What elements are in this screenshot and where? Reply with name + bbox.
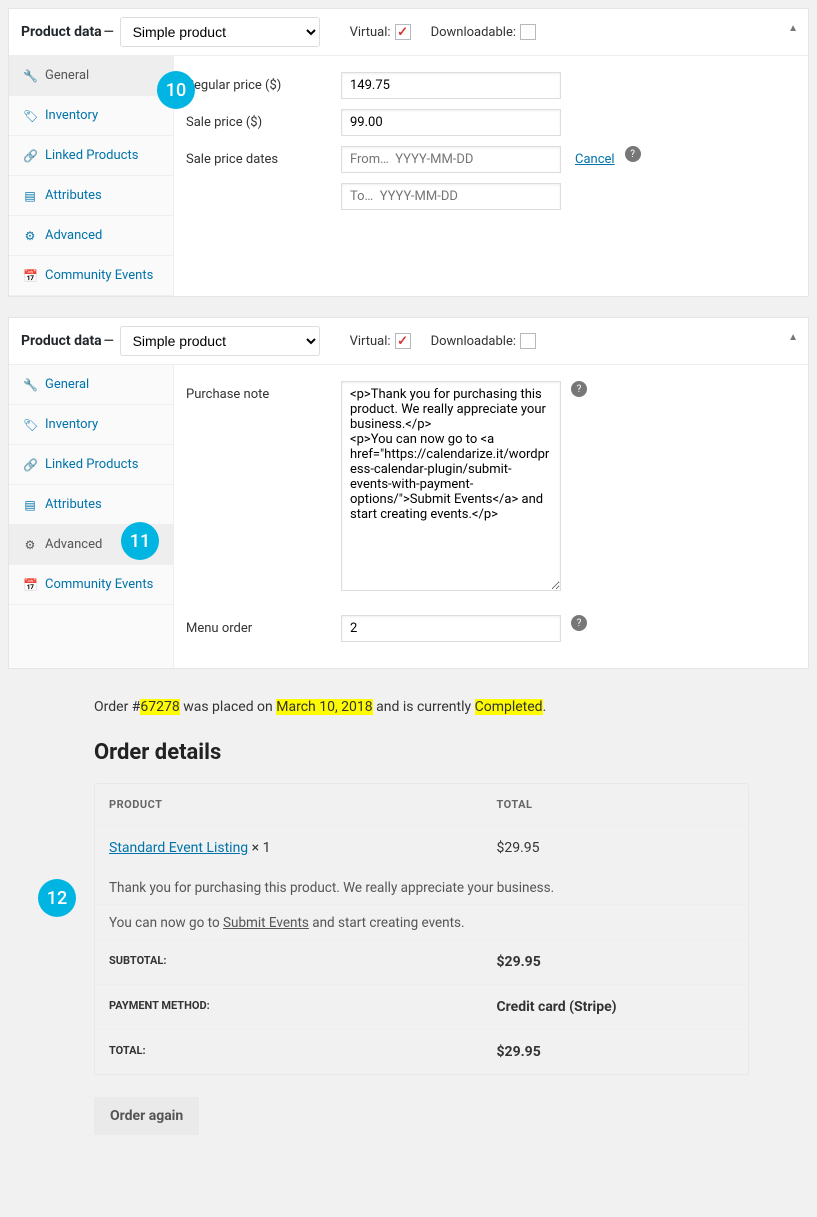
tab-general[interactable]: 🔧 General — [9, 365, 173, 405]
tab-community-events[interactable]: 📅 Community Events — [9, 565, 173, 605]
tab-label: General — [45, 68, 89, 83]
order-date: March 10, 2018 — [276, 699, 372, 715]
gear-icon: ⚙ — [23, 229, 37, 243]
downloadable-label: Downloadable: — [431, 334, 516, 349]
link-icon: 🔗 — [23, 149, 37, 163]
tab-linked-products[interactable]: 🔗 Linked Products — [9, 445, 173, 485]
virtual-checkbox[interactable] — [395, 24, 411, 40]
tab-label: General — [45, 377, 89, 392]
advanced-tab-content: Purchase note ? Menu order ? — [174, 365, 808, 668]
product-data-panel-advanced: 11 Product data — Simple product Virtual… — [8, 317, 809, 669]
tab-label: Advanced — [45, 228, 102, 243]
order-number: 67278 — [140, 699, 179, 715]
purchase-note-label: Purchase note — [186, 381, 341, 402]
tab-label: Linked Products — [45, 148, 138, 163]
callout-badge-10: 10 — [157, 71, 195, 109]
collapse-toggle[interactable]: ▲ — [788, 332, 798, 343]
menu-order-label: Menu order — [186, 615, 341, 636]
cancel-link[interactable]: Cancel — [575, 146, 615, 167]
tab-label: Advanced — [45, 537, 102, 552]
tab-attributes[interactable]: ▤ Attributes — [9, 485, 173, 525]
purchase-note-line1: Thank you for purchasing this product. W… — [95, 870, 748, 905]
order-confirmation: 12 Order #67278 was placed on March 10, … — [94, 699, 749, 1135]
item-qty: × 1 — [248, 840, 270, 856]
link-icon: 🔗 — [23, 458, 37, 472]
total-value: $29.95 — [497, 1044, 735, 1060]
tab-advanced[interactable]: ⚙ Advanced — [9, 216, 173, 256]
callout-badge-12: 12 — [38, 879, 76, 917]
regular-price-label: Regular price ($) — [186, 72, 341, 93]
tab-label: Community Events — [45, 268, 153, 283]
order-details-heading: Order details — [94, 740, 749, 765]
sale-to-input[interactable] — [341, 183, 561, 210]
tab-label: Inventory — [45, 108, 98, 123]
panel-title: Product data — [21, 24, 102, 40]
tab-community-events[interactable]: 📅 Community Events — [9, 256, 173, 296]
tab-attributes[interactable]: ▤ Attributes — [9, 176, 173, 216]
menu-order-input[interactable] — [341, 615, 561, 642]
virtual-label: Virtual: — [350, 334, 391, 349]
product-type-select[interactable]: Simple product — [120, 17, 320, 47]
product-tabs: 🔧 General 🏷 Inventory 🔗 Linked Products … — [9, 365, 174, 668]
downloadable-label: Downloadable: — [431, 25, 516, 40]
calendar-icon: 📅 — [23, 269, 37, 283]
virtual-label: Virtual: — [350, 25, 391, 40]
tab-label: Community Events — [45, 577, 153, 592]
wrench-icon: 🔧 — [23, 378, 37, 392]
panel-header: Product data — Simple product Virtual: D… — [9, 318, 808, 365]
tab-inventory[interactable]: 🏷 Inventory — [9, 405, 173, 445]
sale-dates-label: Sale price dates — [186, 146, 341, 167]
total-label: TOTAL: — [109, 1044, 497, 1060]
payment-method-value: Credit card (Stripe) — [497, 999, 735, 1015]
callout-badge-11: 11 — [121, 522, 159, 560]
list-icon: ▤ — [23, 189, 37, 203]
title-separator: — — [104, 25, 114, 40]
col-total: TOTAL — [497, 798, 735, 811]
list-icon: ▤ — [23, 498, 37, 512]
tag-icon: 🏷 — [23, 418, 37, 432]
calendar-icon: 📅 — [23, 578, 37, 592]
purchase-note-line2: You can now go to Submit Events and star… — [95, 905, 748, 940]
sale-price-label: Sale price ($) — [186, 109, 341, 130]
subtotal-label: SUBTOTAL: — [109, 954, 497, 970]
tab-label: Linked Products — [45, 457, 138, 472]
collapse-toggle[interactable]: ▲ — [788, 23, 798, 34]
tab-label: Attributes — [45, 188, 102, 203]
subtotal-value: $29.95 — [497, 954, 735, 970]
gear-icon: ⚙ — [23, 538, 37, 552]
order-status: Completed — [475, 699, 543, 715]
help-icon[interactable]: ? — [571, 381, 587, 397]
order-again-button[interactable]: Order again — [94, 1097, 199, 1135]
tag-icon: 🏷 — [23, 109, 37, 123]
submit-events-link[interactable]: Submit Events — [223, 915, 309, 931]
col-product: PRODUCT — [109, 798, 497, 811]
downloadable-checkbox[interactable] — [520, 24, 536, 40]
general-tab-content: Regular price ($) Sale price ($) Sale pr… — [174, 56, 808, 296]
tab-linked-products[interactable]: 🔗 Linked Products — [9, 136, 173, 176]
panel-header: Product data — Simple product Virtual: D… — [9, 9, 808, 56]
tab-general[interactable]: 🔧 General — [9, 56, 173, 96]
order-status-line: Order #67278 was placed on March 10, 201… — [94, 699, 749, 715]
sale-from-input[interactable] — [341, 146, 561, 173]
product-tabs: 🔧 General 🏷 Inventory 🔗 Linked Products … — [9, 56, 174, 296]
order-details-table: PRODUCT TOTAL Standard Event Listing × 1… — [94, 783, 749, 1075]
tab-label: Attributes — [45, 497, 102, 512]
sale-price-input[interactable] — [341, 109, 561, 136]
help-icon[interactable]: ? — [625, 146, 641, 162]
help-icon[interactable]: ? — [571, 615, 587, 631]
payment-method-label: PAYMENT METHOD: — [109, 999, 497, 1015]
item-total: $29.95 — [497, 840, 735, 856]
product-type-select[interactable]: Simple product — [120, 326, 320, 356]
virtual-checkbox[interactable] — [395, 333, 411, 349]
purchase-note-textarea[interactable] — [341, 381, 561, 591]
panel-title: Product data — [21, 333, 102, 349]
title-separator: — — [104, 334, 114, 349]
product-link[interactable]: Standard Event Listing — [109, 840, 248, 856]
tab-inventory[interactable]: 🏷 Inventory — [9, 96, 173, 136]
tab-label: Inventory — [45, 417, 98, 432]
product-data-panel-general: 10 Product data — Simple product Virtual… — [8, 8, 809, 297]
wrench-icon: 🔧 — [23, 69, 37, 83]
regular-price-input[interactable] — [341, 72, 561, 99]
downloadable-checkbox[interactable] — [520, 333, 536, 349]
